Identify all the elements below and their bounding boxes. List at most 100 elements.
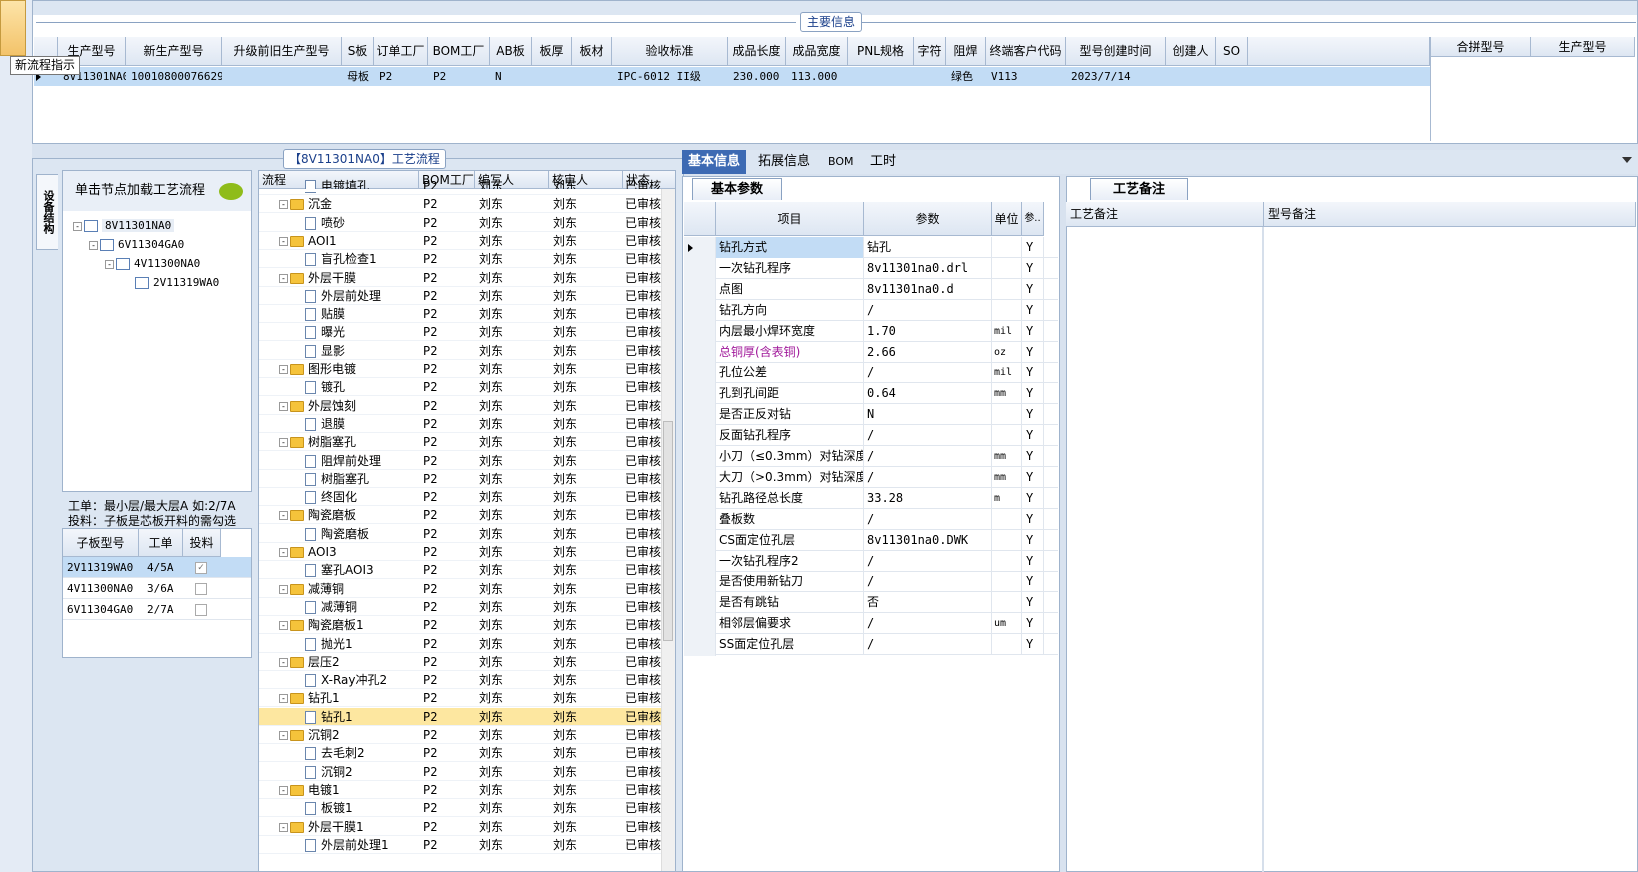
collapse-icon[interactable]: - (279, 511, 288, 521)
tree-node[interactable]: - 4V11300NA0 (105, 257, 200, 270)
collapse-icon[interactable]: - (279, 584, 288, 594)
param-value-cell[interactable]: / (864, 508, 992, 530)
param-row[interactable]: 点图 8v11301na0.d Y (684, 278, 1058, 301)
tab-process-remark[interactable]: 工艺备注 (1090, 178, 1188, 200)
process-row[interactable]: 曝光 P2 刘东 刘东 已审核 (259, 323, 675, 342)
param-row[interactable]: 小刀（≤0.3mm）对钻深度 / mm Y (684, 446, 1058, 468)
param-value-cell[interactable]: N (864, 404, 992, 426)
collapse-icon[interactable]: - (279, 401, 288, 411)
speech-bubble-icon[interactable] (219, 183, 243, 200)
param-row[interactable]: 是否有跳钻否 Y (684, 592, 1058, 615)
param-row[interactable]: 是否使用新钻刀 / Y (684, 571, 1058, 594)
column-header[interactable]: 板厚 (532, 37, 572, 66)
column-header[interactable]: 升级前旧生产型号 (222, 37, 342, 66)
column-header[interactable]: PNL规格 (848, 37, 914, 66)
tree-node[interactable]: 2V11319WA0 (135, 276, 219, 289)
process-row[interactable]: 贴膜 P2 刘东 刘东 已审核 (259, 305, 675, 324)
process-row[interactable]: - 电镀1 P2 刘东 刘东 已审核 (259, 781, 675, 799)
column-header[interactable]: 验收标准 (612, 37, 728, 66)
column-header[interactable]: 成品宽度 (786, 37, 848, 66)
param-value-cell[interactable]: / (864, 613, 992, 635)
param-row[interactable]: CS面定位孔层 8v11301na0.DWK Y (684, 529, 1058, 552)
process-row[interactable]: - 图形电镀 P2 刘东 刘东 已审核 (259, 360, 675, 378)
process-row[interactable]: 外层前处理 P2 刘东 刘东 已审核 (259, 287, 675, 305)
tab-extended-info[interactable]: 拓展信息 (752, 150, 816, 174)
column-header[interactable]: 项目 (716, 202, 864, 236)
param-value-cell[interactable]: 2.66 (864, 341, 992, 363)
column-header[interactable]: 成品长度 (728, 37, 786, 66)
param-row[interactable]: 叠板数 / Y (684, 508, 1058, 531)
process-row[interactable]: 外层前处理1 P2 刘东 刘东 已审核 (259, 836, 675, 854)
column-header[interactable]: 型号创建时间 (1066, 37, 1166, 66)
param-value-cell[interactable]: 否 (864, 592, 992, 614)
column-header[interactable]: 合拼型号 (1431, 37, 1531, 57)
column-header[interactable]: 字符 (914, 37, 946, 66)
collapse-icon[interactable]: - (279, 273, 288, 283)
column-header[interactable]: BOM工厂 (428, 37, 490, 66)
process-row[interactable]: - 树脂塞孔 P2 刘东 刘东 已审核 (259, 433, 675, 452)
collapse-icon[interactable]: - (279, 731, 288, 740)
process-row[interactable]: 盲孔检查1 P2 刘东 刘东 已审核 (259, 250, 675, 269)
param-value-cell[interactable]: / (864, 634, 992, 656)
collapse-icon[interactable]: - (279, 785, 288, 795)
column-header[interactable]: 工艺备注 (1066, 202, 1264, 227)
row-selector[interactable] (684, 508, 716, 531)
param-value-cell[interactable]: / (864, 550, 992, 572)
tab-basic-params[interactable]: 基本参数 (692, 178, 782, 200)
collapse-icon[interactable]: - (279, 657, 288, 667)
column-header[interactable]: 工单 (139, 529, 183, 557)
process-row[interactable]: 显影 P2 刘东 刘东 已审核 (259, 342, 675, 360)
column-header[interactable]: 单位 (992, 202, 1022, 236)
column-header[interactable]: 阻焊 (946, 37, 986, 66)
process-row[interactable]: 电镀填孔 P2 刘东 刘东 已审核 (259, 177, 675, 195)
column-header[interactable]: 订单工厂 (374, 37, 428, 66)
process-row[interactable]: - 外层干膜1 P2 刘东 刘东 已审核 (259, 818, 675, 836)
param-value-cell[interactable]: / (864, 362, 992, 384)
checkbox[interactable]: ✓ (195, 562, 207, 574)
param-value-cell[interactable]: 33.28 (864, 487, 992, 509)
collapse-icon[interactable]: - (279, 200, 288, 210)
process-row[interactable]: - 钻孔1 P2 刘东 刘东 已审核 (259, 689, 675, 708)
row-selector[interactable] (684, 383, 716, 406)
table-row[interactable]: 4V11300NA0 3/6A (63, 578, 251, 599)
collapse-icon[interactable]: - (279, 822, 288, 832)
tab-bom[interactable]: BOM (822, 150, 860, 174)
vertical-tab-equipment[interactable]: 设备结构 (36, 174, 58, 250)
param-row[interactable]: 孔到孔间距 0.64 mm Y (684, 383, 1058, 406)
process-row[interactable]: 板镀1 P2 刘东 刘东 已审核 (259, 799, 675, 818)
process-row[interactable]: - 外层干膜 P2 刘东 刘东 已审核 (259, 269, 675, 287)
process-row[interactable]: - 层压2 P2 刘东 刘东 已审核 (259, 653, 675, 671)
process-row[interactable]: 沉铜2 P2 刘东 刘东 已审核 (259, 763, 675, 781)
row-selector[interactable] (684, 257, 716, 280)
row-selector[interactable] (684, 550, 716, 573)
checkbox[interactable] (195, 604, 207, 616)
param-row[interactable]: 相邻层偏要求 / um Y (684, 613, 1058, 636)
process-row[interactable]: 减薄铜 P2 刘东 刘东 已审核 (259, 598, 675, 616)
tree-node[interactable]: - 8V11301NA0 (73, 219, 175, 232)
collapse-icon[interactable]: - (105, 259, 114, 269)
param-value-cell[interactable]: 0.64 (864, 383, 992, 405)
param-value-cell[interactable]: / (864, 425, 992, 447)
process-row[interactable]: - AOI1 P2 刘东 刘东 已审核 (259, 232, 675, 250)
column-header[interactable]: 投料 (183, 529, 221, 557)
process-row[interactable]: 去毛刺2 P2 刘东 刘东 已审核 (259, 744, 675, 763)
collapse-icon[interactable]: - (279, 621, 288, 631)
column-header[interactable]: 参.. (1022, 202, 1044, 236)
process-row[interactable]: 阻焊前处理 P2 刘东 刘东 已审核 (259, 452, 675, 470)
column-header[interactable]: 生产型号 (1531, 37, 1635, 57)
column-header[interactable]: 子板型号 (63, 529, 139, 557)
tree-node[interactable]: - 6V11304GA0 (89, 238, 184, 251)
column-header[interactable]: 型号备注 (1264, 202, 1636, 227)
checkbox[interactable] (195, 583, 207, 595)
collapse-icon[interactable]: - (279, 365, 288, 374)
row-selector[interactable] (684, 341, 716, 364)
param-value-cell[interactable]: / (864, 571, 992, 593)
process-row[interactable]: 陶瓷磨板 P2 刘东 刘东 已审核 (259, 525, 675, 543)
row-selector[interactable] (684, 299, 716, 322)
process-row[interactable]: 终固化 P2 刘东 刘东 已审核 (259, 488, 675, 507)
row-selector[interactable] (684, 466, 716, 489)
param-value-cell[interactable]: 8v11301na0.DWK (864, 529, 992, 551)
flow-indicator-button[interactable] (0, 0, 26, 56)
column-header[interactable]: AB板 (490, 37, 532, 66)
row-selector[interactable] (684, 362, 716, 385)
